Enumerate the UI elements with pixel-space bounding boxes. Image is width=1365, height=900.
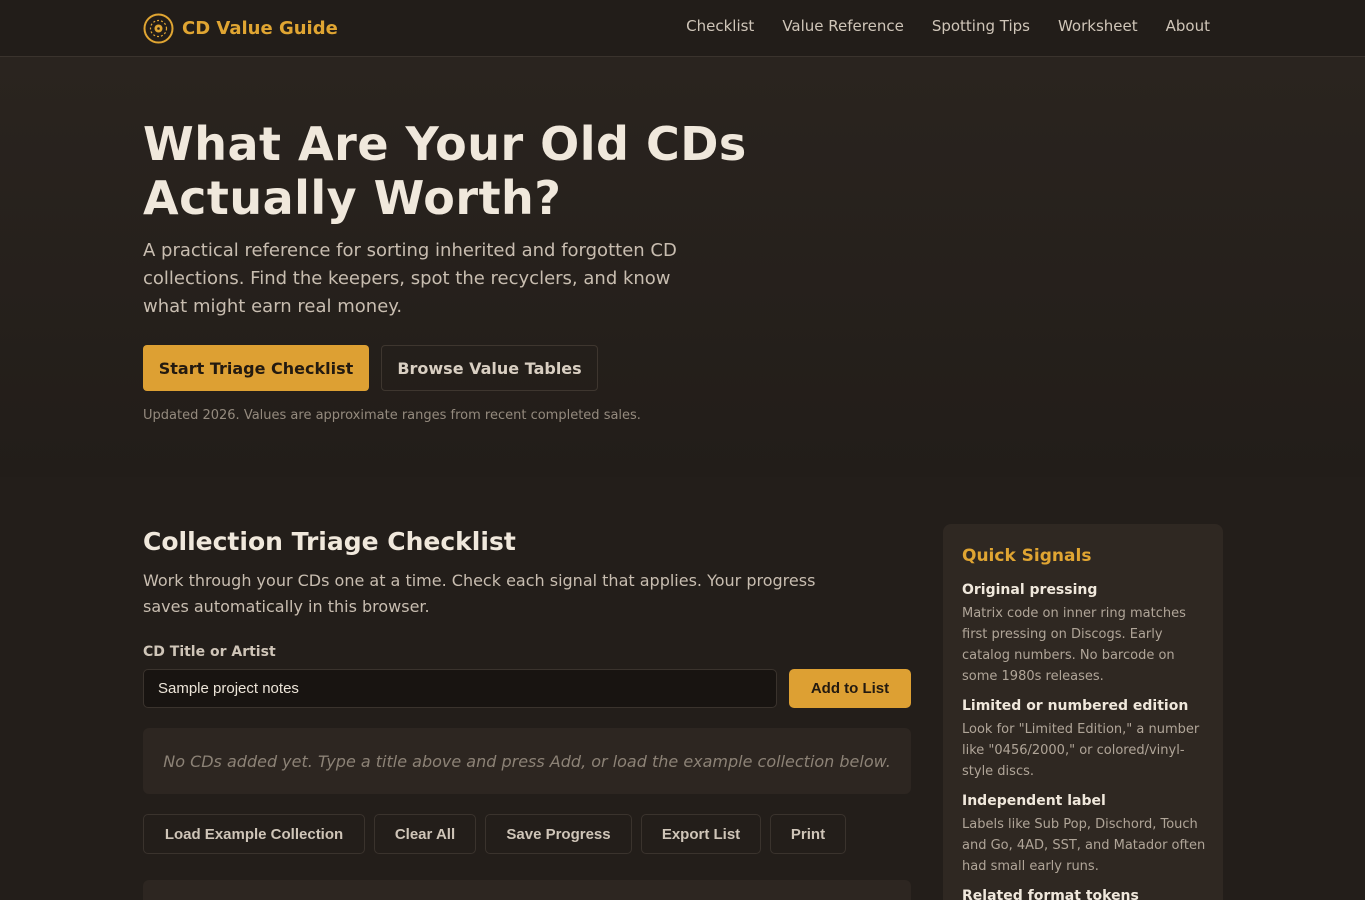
main-nav: Checklist Value Reference Spotting Tips … <box>658 17 1210 35</box>
cd-title-input[interactable] <box>143 669 777 708</box>
quick-signals-panel: Quick Signals Original pressing Matrix c… <box>943 524 1223 900</box>
signal-description: Labels like Sub Pop, Dischord, Touch and… <box>962 817 1206 874</box>
hero-title: What Are Your Old CDs Actually Worth? <box>143 117 747 225</box>
top-navbar: CD Value Guide Checklist Value Reference… <box>0 0 1365 57</box>
cd-title-label: CD Title or Artist <box>143 644 276 660</box>
nav-link-value-reference[interactable]: Value Reference <box>782 17 904 35</box>
empty-list-message-box: No CDs added yet. Type a title above and… <box>143 728 911 794</box>
nav-link-about[interactable]: About <box>1166 17 1210 35</box>
save-progress-button[interactable]: Save Progress <box>485 814 632 854</box>
nav-link-spotting-tips[interactable]: Spotting Tips <box>932 17 1030 35</box>
checklist-description: Work through your CDs one at a time. Che… <box>143 571 816 616</box>
signal-description: Look for "Limited Edition," a number lik… <box>962 722 1200 779</box>
checklist-panel <box>143 880 911 900</box>
checklist-actions: Load Example Collection Clear All Save P… <box>143 814 855 854</box>
load-example-collection-button[interactable]: Load Example Collection <box>143 814 365 854</box>
disc-icon <box>143 13 174 43</box>
hero-subtitle: A practical reference for sorting inheri… <box>143 240 677 317</box>
hero-update-note: Updated 2026. Values are approximate ran… <box>143 408 641 423</box>
start-triage-button[interactable]: Start Triage Checklist <box>143 345 369 391</box>
brand[interactable]: CD Value Guide <box>143 12 338 44</box>
brand-name: CD Value Guide <box>182 17 338 39</box>
nav-link-worksheet[interactable]: Worksheet <box>1058 17 1138 35</box>
print-button[interactable]: Print <box>770 814 846 854</box>
hero-section: What Are Your Old CDs Actually Worth? A … <box>0 57 1365 477</box>
signal-name: Related format tokens <box>962 888 1139 900</box>
signal-list: Original pressing Matrix code on inner r… <box>962 582 1210 900</box>
add-to-list-button[interactable]: Add to List <box>789 669 911 708</box>
export-list-button[interactable]: Export List <box>641 814 761 854</box>
signal-item: Related format tokens <box>962 888 1210 900</box>
signal-name: Limited or numbered edition <box>962 698 1189 714</box>
empty-list-message: No CDs added yet. Type a title above and… <box>163 751 891 771</box>
signal-description: Matrix code on inner ring matches first … <box>962 606 1186 684</box>
nav-link-checklist[interactable]: Checklist <box>686 17 754 35</box>
signal-name: Independent label <box>962 793 1106 809</box>
signal-item: Independent label Labels like Sub Pop, D… <box>962 793 1210 877</box>
signal-item: Original pressing Matrix code on inner r… <box>962 582 1210 687</box>
quick-signals-title: Quick Signals <box>962 546 1092 566</box>
clear-all-button[interactable]: Clear All <box>374 814 476 854</box>
signal-name: Original pressing <box>962 582 1098 598</box>
browse-value-tables-button[interactable]: Browse Value Tables <box>381 345 598 391</box>
signal-item: Limited or numbered edition Look for "Li… <box>962 698 1210 782</box>
checklist-title: Collection Triage Checklist <box>143 527 516 556</box>
